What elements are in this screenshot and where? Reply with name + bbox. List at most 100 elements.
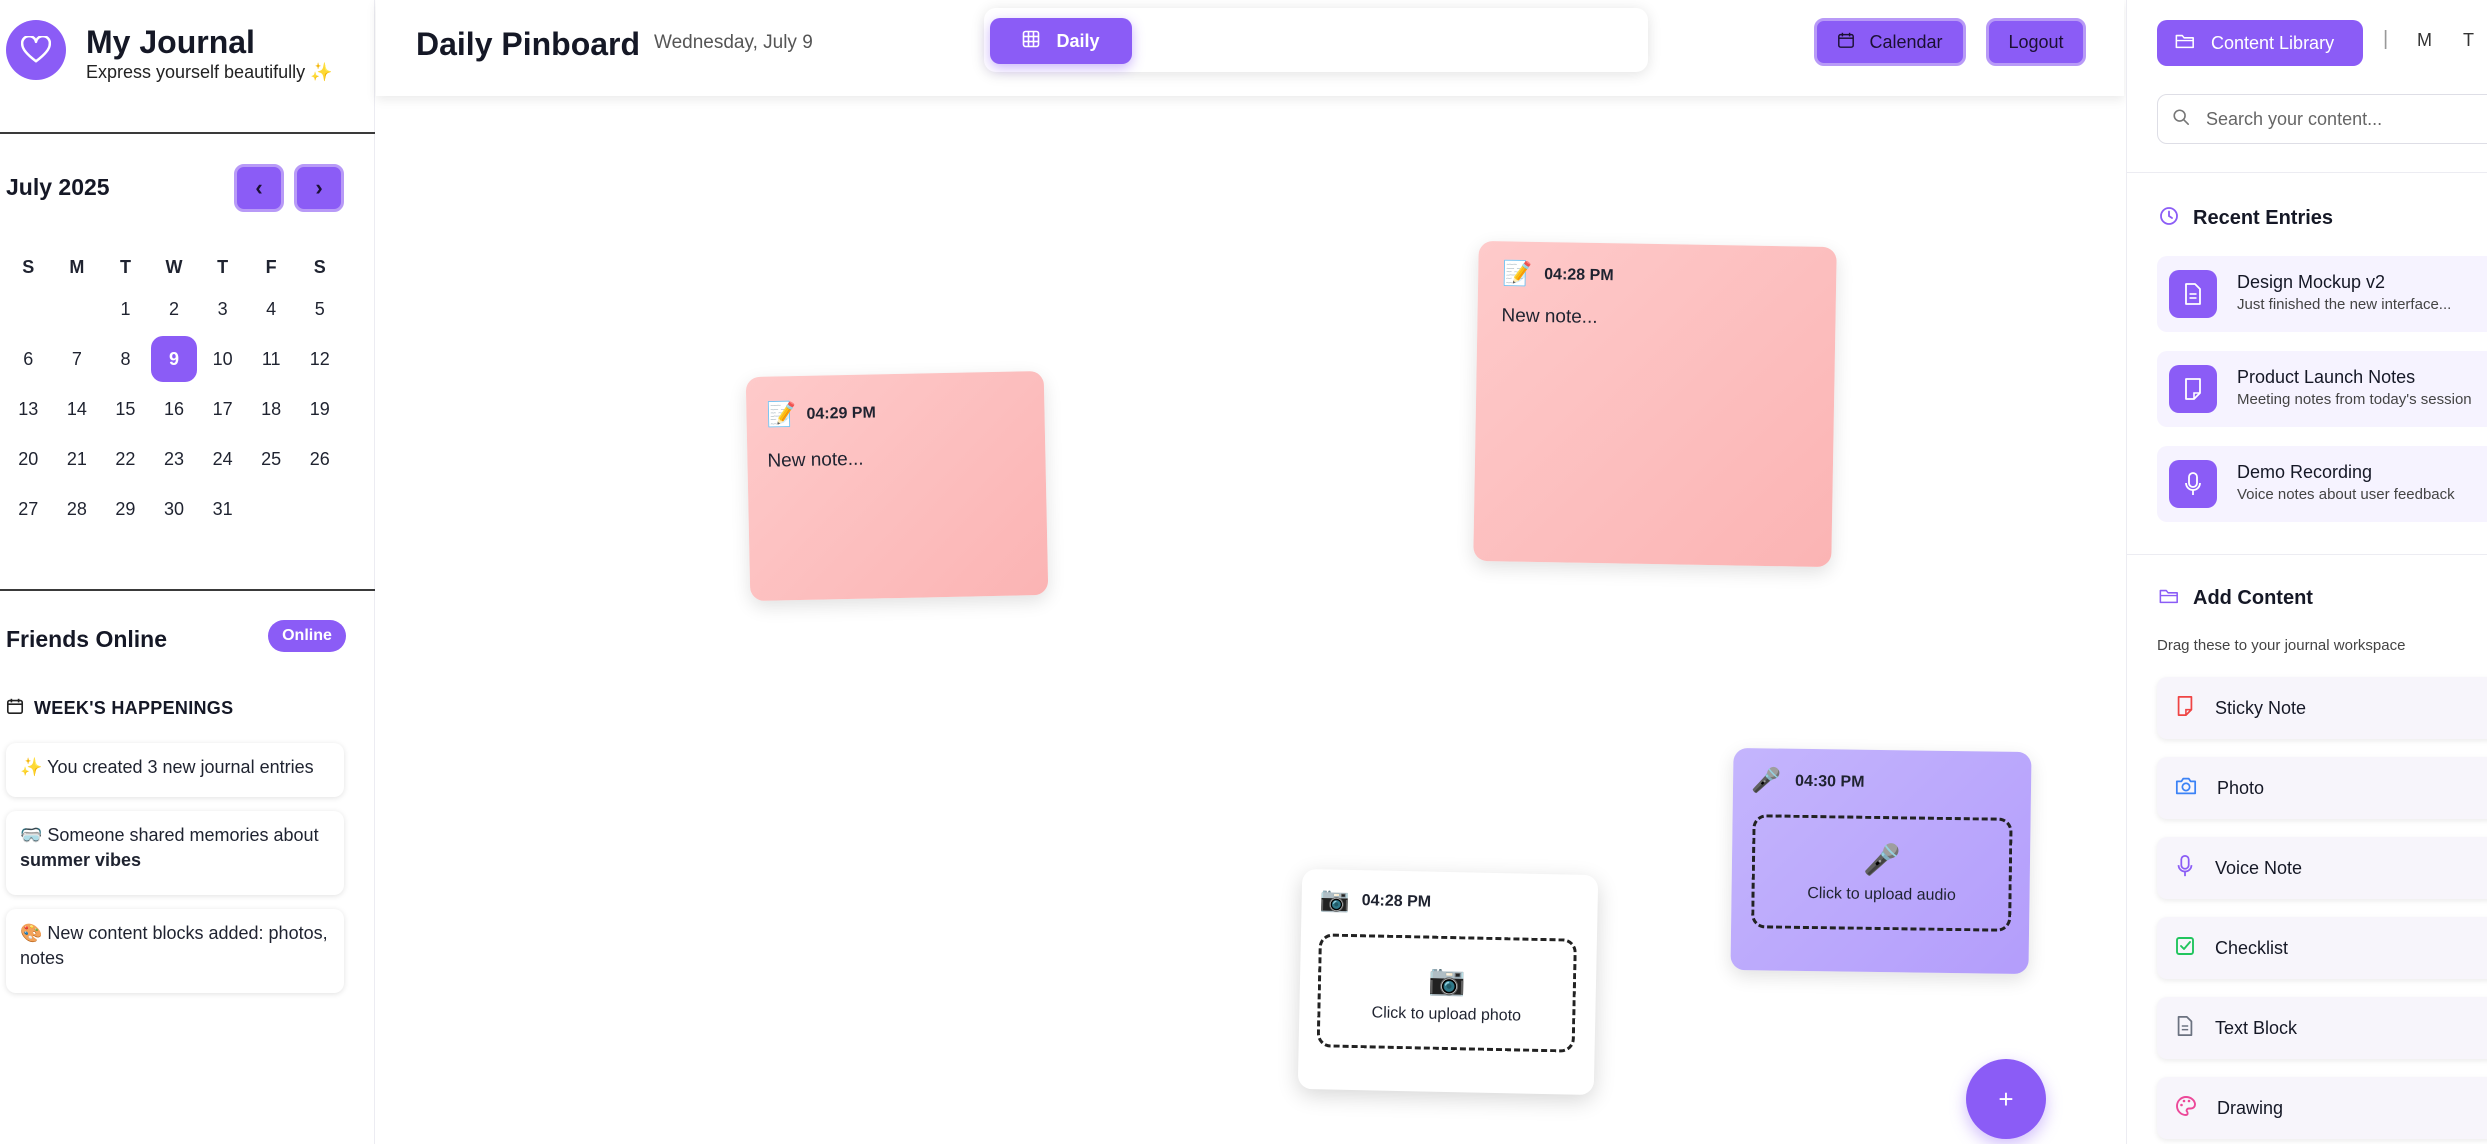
calendar-day[interactable]: 24 xyxy=(198,449,247,470)
note-text[interactable]: New note... xyxy=(1501,305,1597,329)
calendar-day[interactable]: 25 xyxy=(247,449,296,470)
calendar-week-row: 6 7 8 9 10 11 12 xyxy=(4,334,344,384)
add-drawing-item[interactable]: Drawing xyxy=(2157,1077,2487,1139)
recent-entry-title: Design Mockup v2 xyxy=(2237,272,2386,292)
recent-entry[interactable]: Demo Recording Voice notes about user fe… xyxy=(2157,446,2487,522)
day-number: 30 xyxy=(164,498,185,519)
calendar-day[interactable]: 11 xyxy=(247,349,296,370)
calendar-day[interactable]: 18 xyxy=(247,399,296,420)
memo-icon: 📝 xyxy=(1502,260,1533,288)
calendar-day[interactable]: 5 xyxy=(295,299,344,320)
weekday-label: T xyxy=(217,256,229,277)
day-number: 27 xyxy=(18,498,39,519)
recent-entry-title: Demo Recording xyxy=(2237,462,2373,482)
happening-item[interactable]: 🥽 Someone shared memories about summer v… xyxy=(6,811,344,895)
calendar-day[interactable]: 26 xyxy=(295,449,344,470)
content-search[interactable] xyxy=(2157,94,2487,144)
day-number: 22 xyxy=(115,448,136,469)
calendar-day[interactable]: 2 xyxy=(150,299,199,320)
calendar-day[interactable]: 23 xyxy=(150,449,199,470)
calendar-day[interactable]: 10 xyxy=(198,349,247,370)
photo-upload-area[interactable]: 📷 Click to upload photo xyxy=(1316,933,1577,1053)
calendar-day[interactable]: 30 xyxy=(150,499,199,520)
microphone-icon: 🎤 xyxy=(1750,767,1782,795)
calendar-day[interactable]: 13 xyxy=(4,399,53,420)
journal-canvas[interactable]: 📝 04:29 PM New note... 📝 04:28 PM New no… xyxy=(376,96,2124,1144)
add-item-label: Photo xyxy=(2217,777,2265,798)
calendar-prev-button[interactable]: ‹ xyxy=(234,164,284,212)
calendar-day[interactable]: 29 xyxy=(101,499,150,520)
divider xyxy=(0,132,375,134)
logout-button[interactable]: Logout xyxy=(1986,18,2086,66)
mode-m-toggle[interactable]: M xyxy=(2417,30,2432,51)
calendar-day[interactable]: 7 xyxy=(53,349,102,370)
calendar-day[interactable]: 8 xyxy=(101,349,150,370)
calendar-day[interactable]: 6 xyxy=(4,349,53,370)
camera-icon: 📷 xyxy=(1428,963,1467,997)
add-content-fab[interactable]: + xyxy=(1966,1059,2046,1139)
calendar-day[interactable]: 27 xyxy=(4,499,53,520)
photo-card[interactable]: 📷 04:28 PM 📷 Click to upload photo xyxy=(1297,868,1599,1096)
calendar-day[interactable]: 28 xyxy=(53,499,102,520)
recent-entry[interactable]: Product Launch Notes Meeting notes from … xyxy=(2157,351,2487,427)
day-number: 28 xyxy=(66,498,87,519)
calendar-view-button[interactable]: Calendar xyxy=(1814,18,1966,66)
note-text[interactable]: New note... xyxy=(767,449,864,473)
calendar-day[interactable]: 21 xyxy=(53,449,102,470)
add-checklist-item[interactable]: Checklist xyxy=(2157,917,2487,979)
content-library-button[interactable]: Content Library xyxy=(2157,20,2363,66)
calendar-day[interactable]: 1 xyxy=(101,299,150,320)
calendar-day[interactable]: 14 xyxy=(53,399,102,420)
sticky-note-card[interactable]: 📝 04:28 PM New note... xyxy=(1473,240,1837,568)
sticky-note-card[interactable]: 📝 04:29 PM New note... xyxy=(745,370,1049,602)
day-number: 1 xyxy=(120,298,131,319)
day-number: 13 xyxy=(18,398,39,419)
microphone-icon xyxy=(2169,460,2217,508)
add-text-block-item[interactable]: Text Block xyxy=(2157,997,2487,1059)
happening-text: ✨ You created 3 new journal entries xyxy=(20,757,314,777)
add-voice-note-item[interactable]: Voice Note xyxy=(2157,837,2487,899)
add-content-header: Add Content xyxy=(2159,587,2313,610)
day-number: 19 xyxy=(309,398,330,419)
day-number: 9 xyxy=(151,336,198,382)
calendar-day[interactable]: 31 xyxy=(198,499,247,520)
brand-subtitle: Express yourself beautifully ✨ xyxy=(86,62,333,82)
weekday-label: F xyxy=(265,256,277,277)
calendar-day[interactable]: 19 xyxy=(295,399,344,420)
week-happenings-title: WEEK'S HAPPENINGS xyxy=(34,698,234,718)
calendar-week-row: 20 21 22 23 24 25 26 xyxy=(4,434,344,484)
recent-entry[interactable]: Design Mockup v2 Just finished the new i… xyxy=(2157,256,2487,332)
calendar-day-selected[interactable]: 9 xyxy=(150,336,199,382)
mode-t-toggle[interactable]: T xyxy=(2463,30,2474,51)
calendar-day[interactable]: 12 xyxy=(295,349,344,370)
happening-highlight: summer vibes xyxy=(20,850,142,870)
online-status-badge[interactable]: Online xyxy=(268,620,346,652)
add-photo-item[interactable]: Photo xyxy=(2157,757,2487,819)
calendar-day[interactable]: 20 xyxy=(4,449,53,470)
calendar-day[interactable]: 16 xyxy=(150,399,199,420)
audio-upload-area[interactable]: 🎤 Click to upload audio xyxy=(1751,814,2013,932)
day-number: 15 xyxy=(115,398,136,419)
calendar-day[interactable]: 3 xyxy=(198,299,247,320)
palette-icon xyxy=(2175,1095,2197,1122)
weekday-label: W xyxy=(165,256,183,277)
search-input[interactable] xyxy=(2206,108,2466,130)
calendar-day[interactable]: 15 xyxy=(101,399,150,420)
clock-icon xyxy=(2159,206,2179,231)
happening-item[interactable]: ✨ You created 3 new journal entries xyxy=(6,743,344,797)
calendar-next-button[interactable]: › xyxy=(294,164,344,212)
recent-entries-title: Recent Entries xyxy=(2193,207,2334,229)
happening-item[interactable]: 🎨 New content blocks added: photos, note… xyxy=(6,909,344,993)
document-icon xyxy=(2175,1015,2195,1042)
day-number: 20 xyxy=(18,448,39,469)
heart-icon[interactable] xyxy=(6,20,66,80)
calendar-day[interactable]: 4 xyxy=(247,299,296,320)
day-number: 11 xyxy=(261,348,281,369)
add-sticky-note-item[interactable]: Sticky Note xyxy=(2157,677,2487,739)
calendar-day[interactable]: 22 xyxy=(101,449,150,470)
recent-entry-description: Just finished the new interface... xyxy=(2237,296,2452,313)
daily-view-button[interactable]: Daily xyxy=(990,18,1132,64)
calendar-day[interactable]: 17 xyxy=(198,399,247,420)
search-icon xyxy=(2172,108,2190,131)
voice-note-card[interactable]: 🎤 04:30 PM 🎤 Click to upload audio xyxy=(1730,747,2032,975)
